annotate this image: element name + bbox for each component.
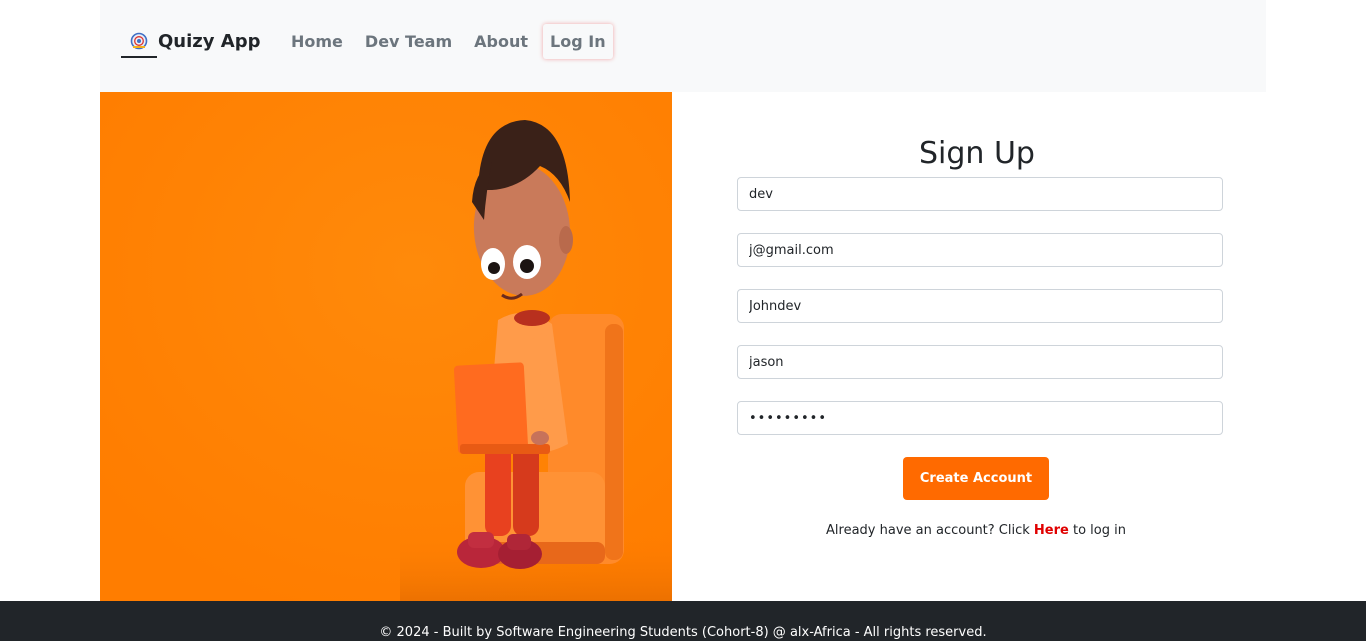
login-hint: Already have an account? Click Here to l… [733,523,1219,538]
form-title: Sign Up [919,136,1035,171]
nickname-field[interactable] [737,345,1223,379]
navbar: Quizy App Home Dev Team About Log In [100,0,1266,92]
nav-link-about[interactable]: About [467,24,535,59]
nav-link-login[interactable]: Log In [543,24,613,59]
nav-link-home[interactable]: Home [284,24,350,59]
hero-image [100,92,672,601]
signup-form: Sign Up Create Account Already have an a… [737,130,1223,538]
username-field[interactable] [737,177,1223,211]
create-account-button[interactable]: Create Account [903,457,1049,500]
login-here-link[interactable]: Here [1034,523,1069,538]
brand-link[interactable]: Quizy App [121,28,260,58]
footer: © 2024 - Built by Software Engineering S… [0,601,1366,641]
footer-copyright: © 2024 - Built by Software Engineering S… [379,625,987,640]
boy-with-laptop-illustration [100,92,672,601]
password-field[interactable] [737,401,1223,435]
quiz-logo-icon [121,28,157,58]
login-hint-prefix: Already have an account? Click [826,523,1034,538]
email-field[interactable] [737,233,1223,267]
nav-link-dev-team[interactable]: Dev Team [358,24,459,59]
fullname-field[interactable] [737,289,1223,323]
submit-row: Create Account [737,457,1223,500]
nav-links: Home Dev Team About Log In [284,24,613,59]
login-hint-suffix: to log in [1068,523,1126,538]
brand-name: Quizy App [158,30,261,52]
